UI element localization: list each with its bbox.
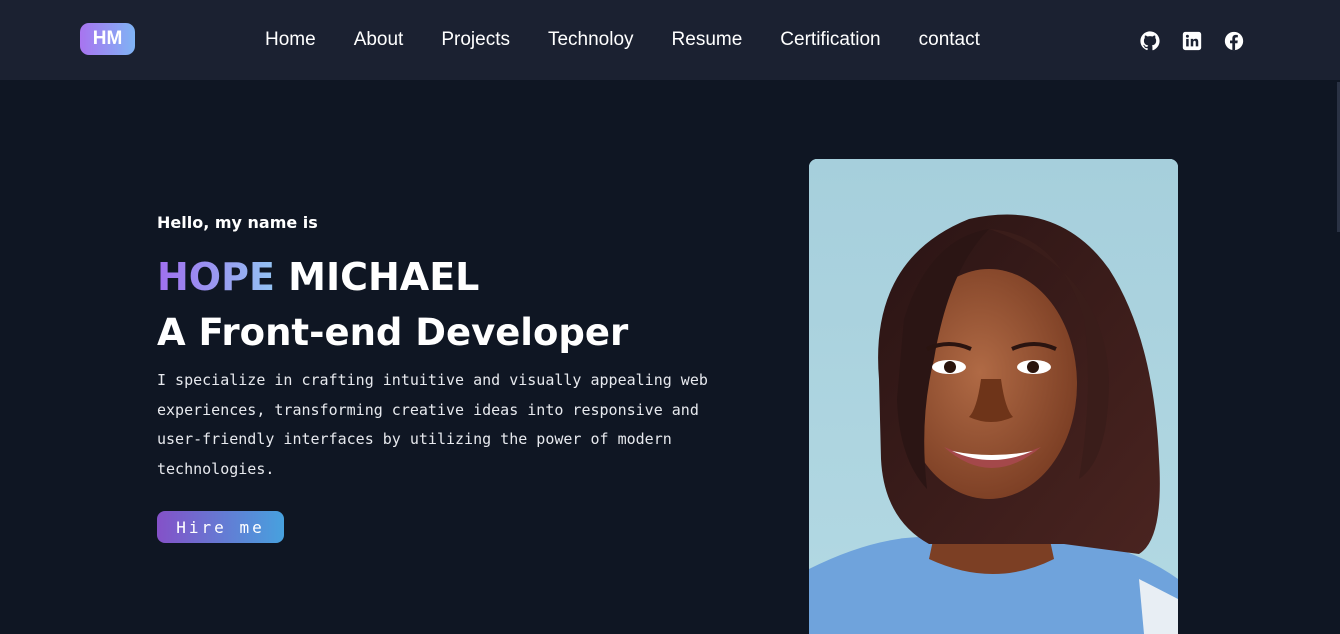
hero-name: HOPE MICHAEL [157, 254, 757, 300]
nav-about-link[interactable]: About [354, 28, 404, 52]
linkedin-icon[interactable] [1182, 31, 1202, 51]
logo[interactable]: HM [80, 23, 135, 55]
github-icon[interactable] [1140, 31, 1160, 51]
navbar: HM Home About Projects Technoloy Resume … [0, 0, 1340, 80]
bio-text: I specialize in crafting intuitive and v… [157, 371, 708, 478]
nav-technology-link[interactable]: Technoloy [548, 28, 634, 52]
nav-resume-link[interactable]: Resume [672, 28, 743, 52]
social-links [1140, 31, 1244, 51]
portrait-illustration [809, 159, 1178, 634]
last-name: MICHAEL [288, 255, 480, 299]
nav-links: Home About Projects Technoloy Resume Cer… [265, 28, 1018, 52]
nav-home-link[interactable]: Home [265, 28, 316, 52]
nav-contact-link[interactable]: contact [919, 28, 980, 52]
greeting: Hello, my name is [157, 213, 318, 232]
nav-certification-link[interactable]: Certification [780, 28, 880, 52]
hero-intro: Hello, my name is HOPE MICHAEL A Front-e… [157, 212, 757, 484]
nav-projects-link[interactable]: Projects [441, 28, 510, 52]
hire-me-button[interactable]: Hire me [157, 511, 284, 543]
first-name: HOPE [157, 255, 275, 299]
facebook-icon[interactable] [1224, 31, 1244, 51]
role-title: A Front-end Developer [157, 311, 629, 354]
profile-photo [809, 159, 1178, 634]
